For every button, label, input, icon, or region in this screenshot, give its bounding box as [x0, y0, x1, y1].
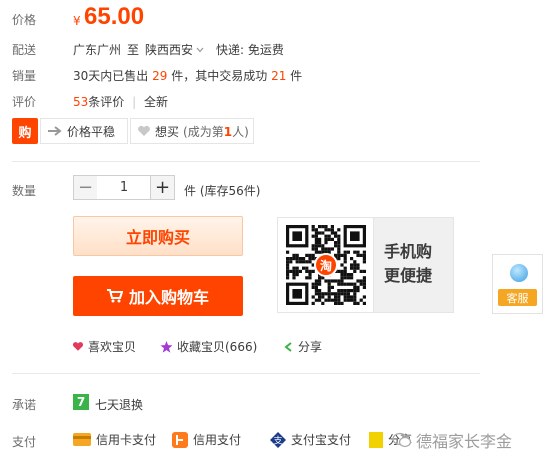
promise-label: 承诺 — [12, 398, 37, 412]
want-buy-text: 想买 — [155, 124, 180, 139]
shipping-destination-select[interactable]: 陕西西安 — [145, 41, 204, 58]
shipping-to-word: 至 — [127, 43, 140, 57]
credit-card-label: 信用卡支付 — [96, 433, 157, 447]
taobao-logo-icon: 购 — [12, 118, 38, 144]
heart-icon — [72, 342, 84, 351]
alipay-payment: 支 支付宝支付 — [270, 431, 351, 448]
alipay-icon: 支 — [270, 431, 286, 448]
price-label: 价格 — [12, 13, 37, 27]
success-count: 21 — [271, 69, 287, 83]
sales-suffix: 件 — [290, 69, 303, 83]
service-badge: 客服 — [498, 289, 537, 306]
sold-count: 29 — [152, 69, 168, 83]
sales-info: 30天内已售出 29 件，其中交易成功 21 件 — [73, 67, 302, 84]
reviews-label: 评价 — [12, 95, 37, 109]
share-button[interactable]: 分享 — [283, 338, 322, 355]
wechat-icon — [392, 432, 412, 448]
heart-icon — [138, 125, 150, 136]
service-face-icon — [510, 264, 528, 282]
credit-pay-icon — [172, 431, 188, 448]
price-value: 65.00 — [84, 3, 145, 30]
quantity-value: 1 — [119, 180, 129, 195]
currency-symbol: ¥ — [73, 14, 81, 28]
want-note: (成为第1人) — [183, 124, 249, 139]
arrow-right-icon — [48, 126, 62, 136]
quantity-unit: 件 — [184, 184, 197, 198]
price-stable-text: 价格平稳 — [67, 124, 116, 139]
service-label: 客服 — [506, 291, 529, 305]
share-label: 分享 — [298, 340, 323, 354]
star-icon — [160, 340, 173, 353]
seven-day-return-icon: 7 — [73, 394, 89, 410]
quantity-label: 数量 — [12, 184, 37, 198]
share-icon — [284, 341, 292, 352]
taobao-qr-logo: 淘 — [314, 253, 338, 277]
decrease-quantity-button[interactable]: − — [73, 175, 98, 200]
shipping-info: 广东广州 至 陕西西安 快递: 免运费 — [73, 41, 284, 58]
chevron-down-icon — [196, 47, 204, 52]
review-count[interactable]: 53 — [73, 95, 88, 109]
reviews-info: 53条评价 | 全新 — [73, 93, 168, 110]
want-rank: 1 — [223, 124, 233, 139]
sales-prefix: 30天内已售出 — [73, 69, 149, 83]
divider-line — [12, 373, 480, 374]
shipping-destination: 陕西西安 — [145, 43, 194, 57]
watermark-text: 德福家长李金 — [416, 432, 513, 451]
want-buy-button[interactable]: 想买 (成为第1人) — [130, 118, 254, 144]
shipping-label: 配送 — [12, 43, 37, 57]
qr-caption-line1: 手机购 — [384, 242, 433, 261]
cart-icon — [106, 289, 123, 303]
svg-text:支: 支 — [273, 434, 282, 446]
minus-icon: − — [77, 177, 94, 198]
return-days: 7 — [76, 395, 86, 409]
add-to-cart-button[interactable]: 加入购物车 — [73, 276, 243, 316]
credit-card-payment: 信用卡支付 — [73, 431, 156, 448]
sales-middle: 件，其中交易成功 — [171, 69, 268, 83]
add-cart-label: 加入购物车 — [128, 288, 209, 307]
increase-quantity-button[interactable]: + — [150, 175, 175, 200]
express-fee: 快递: 免运费 — [216, 43, 284, 57]
qr-caption-line2: 更便捷 — [384, 266, 433, 285]
collect-label: 收藏宝贝(666) — [177, 340, 258, 354]
qr-caption: 手机购 更便捷 — [384, 240, 432, 288]
like-label: 喜欢宝贝 — [88, 340, 137, 354]
logo-text: 购 — [18, 125, 32, 141]
credit-payment: 信用支付 — [172, 431, 241, 448]
alipay-label: 支付宝支付 — [291, 433, 352, 447]
customer-service-widget[interactable]: 客服 — [492, 254, 543, 314]
review-count-text[interactable]: 条评价 — [88, 95, 124, 109]
collect-item-button[interactable]: 收藏宝贝(666) — [160, 338, 257, 355]
credit-card-icon — [73, 433, 91, 446]
qr-panel: 淘 手机购 更便捷 — [277, 217, 454, 313]
qr-logo-text: 淘 — [319, 258, 332, 273]
qr-code[interactable]: 淘 — [278, 218, 374, 312]
like-item-button[interactable]: 喜欢宝贝 — [72, 338, 136, 355]
stock-info: 件 (库存56件) — [184, 182, 260, 199]
price-stable-badge: 价格平稳 — [40, 118, 128, 144]
quantity-input[interactable]: 1 — [97, 175, 151, 200]
share-pay-icon — [369, 431, 383, 448]
credit-pay-label: 信用支付 — [193, 433, 242, 447]
condition-new: 全新 — [144, 95, 169, 109]
plus-icon: + — [154, 177, 171, 198]
sales-label: 销量 — [12, 69, 37, 83]
divider: | — [132, 95, 137, 109]
stock-count: (库存56件) — [199, 184, 261, 198]
wechat-watermark: 德福家长李金 — [392, 428, 512, 452]
return-policy-text[interactable]: 七天退换 — [95, 396, 143, 413]
payment-label: 支付 — [12, 435, 37, 449]
buy-now-label: 立即购买 — [125, 228, 190, 247]
shipping-from: 广东广州 — [73, 43, 122, 57]
divider-line — [12, 161, 480, 162]
buy-now-button[interactable]: 立即购买 — [73, 216, 243, 256]
